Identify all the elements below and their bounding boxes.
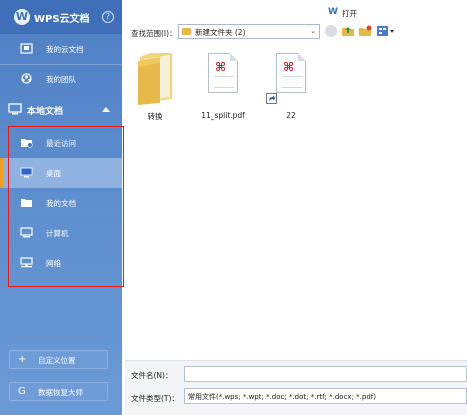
- help-icon[interactable]: ?: [102, 11, 114, 23]
- computer-icon: [8, 103, 22, 115]
- sidebar-header: W WPS云文档 ?: [0, 0, 122, 34]
- file-name: 转换: [147, 112, 163, 121]
- plus-icon: +: [18, 354, 27, 365]
- sidebar-item-my-cloud-docs[interactable]: 我的云文档: [0, 34, 122, 64]
- custom-location-button[interactable]: + 自定义位置: [9, 350, 108, 369]
- folder-icon: [182, 28, 191, 35]
- file-item-pdf[interactable]: ⌘ 11_split.pdf: [198, 47, 248, 127]
- folder-icon: [138, 53, 172, 105]
- file-name: 22: [286, 111, 296, 120]
- chevron-down-icon: ⌄: [310, 27, 316, 35]
- file-list[interactable]: 转换 ⌘ 11_split.pdf ⌘ 22: [125, 42, 467, 360]
- open-button[interactable]: W 打开: [328, 6, 368, 20]
- open-label: 打开: [342, 9, 357, 18]
- new-folder-icon[interactable]: [358, 24, 372, 38]
- view-menu-icon[interactable]: [376, 24, 396, 38]
- back-button[interactable]: [324, 24, 338, 38]
- file-item-pdf-shortcut[interactable]: ⌘ 22: [266, 47, 316, 127]
- wps-writer-icon: W: [328, 7, 338, 17]
- filetype-select[interactable]: 常用文件(*.wps; *.wpt; *.doc; *.dot; *.rtf; …: [184, 388, 467, 404]
- button-label: 数据恢复大师: [38, 388, 83, 397]
- pdf-file-icon: ⌘: [276, 53, 306, 93]
- team-icon: [21, 73, 32, 84]
- pdf-file-icon: ⌘: [208, 53, 238, 93]
- button-label: 自定义位置: [38, 356, 76, 365]
- shortcut-arrow-icon: [266, 93, 277, 104]
- chevron-up-icon[interactable]: [102, 107, 110, 112]
- lookin-dropdown[interactable]: 新建文件夹 (2) ⌄: [178, 24, 320, 39]
- highlight-box: [8, 126, 124, 287]
- lookin-value: 新建文件夹 (2): [195, 28, 246, 37]
- cloud-logo-icon: W: [14, 9, 30, 25]
- file-name: 11_split.pdf: [201, 111, 245, 120]
- sidebar-item-label: 我的团队: [46, 75, 76, 84]
- recovery-logo-icon: G: [18, 386, 26, 397]
- filename-input[interactable]: [184, 366, 467, 382]
- up-folder-icon[interactable]: [341, 24, 355, 38]
- back-icon: [325, 25, 337, 37]
- sidebar-title: WPS云文档: [34, 14, 90, 25]
- sidebar-item-label: 我的云文档: [46, 45, 84, 54]
- cloud-doc-icon: [20, 43, 33, 54]
- filetype-value: 常用文件(*.wps; *.wpt; *.doc; *.dot; *.rtf; …: [188, 393, 376, 401]
- file-item-folder[interactable]: 转换: [130, 47, 180, 127]
- sidebar-item-my-team[interactable]: 我的团队: [0, 64, 122, 94]
- section-label: 本地文档: [27, 107, 64, 117]
- filename-label: 文件名(N)：: [131, 371, 173, 380]
- sidebar-section-local-docs[interactable]: 本地文档: [0, 96, 122, 124]
- filetype-label: 文件类型(T)：: [131, 394, 179, 403]
- lookin-label: 查找范围(I)：: [131, 29, 177, 38]
- data-recovery-button[interactable]: G 数据恢复大师: [9, 382, 108, 401]
